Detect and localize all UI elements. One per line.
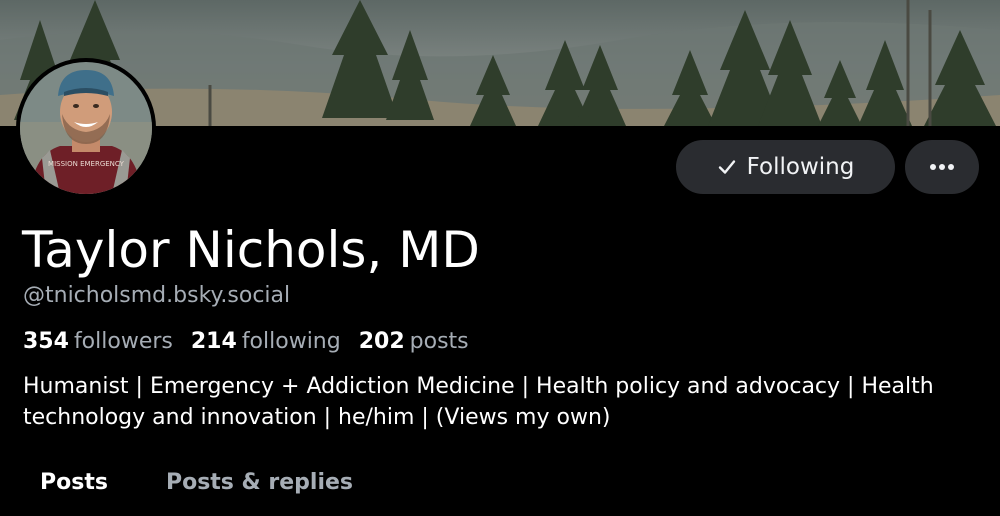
avatar[interactable]: MISSION EMERGENCY (16, 58, 156, 198)
followers-count: 354 (23, 329, 69, 354)
following-label: following (241, 329, 341, 354)
following-stat[interactable]: 214 following (191, 327, 341, 357)
profile-handle: @tnicholsmd.bsky.social (23, 283, 291, 308)
profile-stats: 354 followers 214 following 202 posts (23, 327, 469, 357)
posts-label: posts (409, 329, 469, 354)
tab-posts[interactable]: Posts (22, 458, 126, 516)
following-button-label: Following (746, 154, 855, 180)
following-button[interactable]: Following (676, 140, 895, 194)
profile-bio: Humanist | Emergency + Addiction Medicin… (23, 374, 934, 430)
followers-label: followers (73, 329, 173, 354)
display-name: Taylor Nichols, MD (22, 221, 480, 279)
profile-tabs: Posts Posts & replies (0, 458, 1000, 516)
following-count: 214 (190, 329, 237, 354)
avatar-shirt-text: MISSION EMERGENCY (48, 160, 125, 168)
profile-page: MISSION EMERGENCY Following Taylor Nicho… (0, 0, 1000, 516)
tab-posts-and-replies[interactable]: Posts & replies (148, 458, 371, 516)
posts-count: 202 (358, 329, 405, 354)
avatar-image: MISSION EMERGENCY (20, 62, 152, 194)
ellipsis-icon (930, 164, 954, 170)
more-options-button[interactable] (905, 140, 979, 194)
check-icon (718, 160, 735, 174)
posts-stat: 202 posts (359, 327, 469, 357)
followers-stat[interactable]: 354 followers (23, 327, 173, 357)
